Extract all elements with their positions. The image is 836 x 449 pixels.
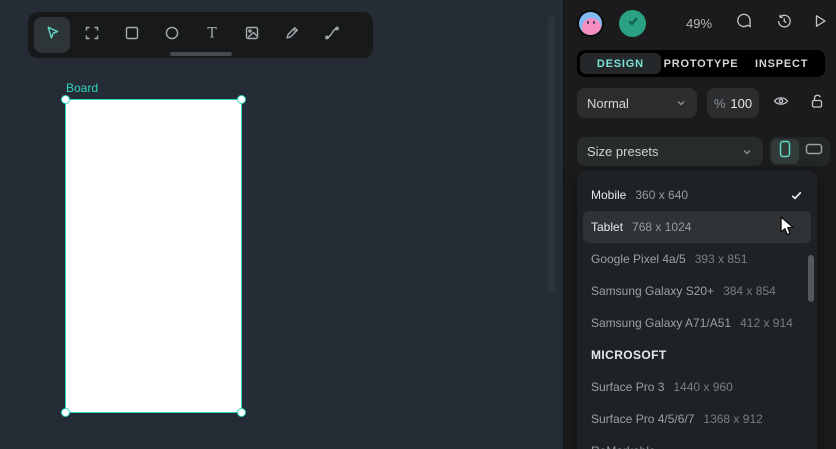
- preset-dimensions: 1440 x 960: [673, 380, 733, 394]
- board-label[interactable]: Board: [66, 81, 98, 95]
- unlock-icon: [808, 92, 826, 115]
- preset-name: Samsung Galaxy A71/A51: [591, 316, 732, 330]
- preset-name: Mobile: [591, 188, 627, 202]
- ellipse-tool-button[interactable]: [154, 17, 190, 53]
- board-frame[interactable]: [61, 95, 246, 417]
- preset-dimensions: 412 x 914: [740, 316, 793, 330]
- image-icon: [243, 24, 261, 47]
- size-presets-label: Size presets: [587, 144, 659, 159]
- canvas-area[interactable]: T Board: [0, 0, 564, 449]
- size-preset-option[interactable]: Surface Pro 4/5/6/7 1368 x 912: [583, 403, 811, 435]
- tools-toolbar: T: [28, 12, 373, 58]
- opacity-input[interactable]: % 100: [707, 88, 759, 118]
- size-preset-option[interactable]: ReMarkable: [583, 435, 811, 449]
- size-preset-option[interactable]: Tablet 768 x 1024: [583, 211, 811, 243]
- preset-dimensions: 360 x 640: [635, 188, 689, 202]
- preset-dimensions: 768 x 1024: [632, 220, 692, 234]
- mouse-cursor: [779, 216, 799, 243]
- landscape-icon: [804, 140, 824, 163]
- cursor-icon: [43, 24, 61, 47]
- svg-text:T: T: [207, 25, 217, 41]
- portrait-icon: [776, 139, 794, 164]
- resize-handle-bottom-right[interactable]: [237, 408, 246, 417]
- check-icon: [790, 189, 803, 202]
- preset-dimensions: 384 x 854: [723, 284, 776, 298]
- text-tool-button[interactable]: T: [194, 17, 230, 53]
- pencil-icon: [283, 24, 301, 47]
- panel-tabs: DESIGN PROTOTYPE INSPECT: [577, 50, 825, 77]
- history-button[interactable]: [774, 13, 794, 33]
- preset-name: MICROSOFT: [591, 348, 667, 362]
- toolbar-drag-handle[interactable]: [169, 52, 232, 56]
- blend-mode-select[interactable]: Normal: [577, 88, 697, 118]
- saved-status-button[interactable]: [619, 10, 646, 37]
- lock-toggle[interactable]: [807, 93, 827, 113]
- play-button[interactable]: [810, 13, 830, 33]
- chevron-down-icon: [675, 97, 687, 109]
- resize-handle-top-left[interactable]: [61, 95, 70, 104]
- size-preset-option[interactable]: Surface Pro 3 1440 x 960: [583, 371, 811, 403]
- chevron-down-icon: [741, 146, 753, 158]
- tab-design[interactable]: DESIGN: [580, 53, 661, 74]
- size-preset-option[interactable]: Samsung Galaxy S20+ 384 x 854: [583, 275, 811, 307]
- avatar-eye: [593, 21, 595, 24]
- portrait-orientation-button[interactable]: [771, 139, 799, 164]
- rectangle-icon: [123, 24, 141, 47]
- image-tool-button[interactable]: [234, 17, 270, 53]
- tab-inspect[interactable]: INSPECT: [741, 53, 822, 74]
- path-icon: [323, 24, 341, 47]
- tab-prototype[interactable]: PROTOTYPE: [661, 53, 742, 74]
- opacity-value: 100: [730, 95, 753, 111]
- visibility-toggle[interactable]: [771, 93, 791, 113]
- avatar-eye: [587, 21, 589, 24]
- resize-handle-top-right[interactable]: [237, 95, 246, 104]
- zoom-level[interactable]: 49%: [686, 16, 712, 31]
- history-icon: [775, 12, 793, 35]
- preset-dimensions: 393 x 851: [694, 252, 748, 266]
- check-icon: [625, 13, 641, 34]
- size-presets-menu: Mobile 360 x 640 Tablet 768 x 1024 Googl…: [577, 171, 817, 449]
- user-avatar[interactable]: [577, 10, 604, 37]
- text-icon: T: [203, 24, 221, 47]
- path-tool-button[interactable]: [314, 17, 350, 53]
- preset-name: Surface Pro 3: [591, 380, 665, 394]
- select-tool-button[interactable]: [34, 17, 70, 53]
- eye-icon: [772, 92, 790, 115]
- preset-name: Surface Pro 4/5/6/7: [591, 412, 695, 426]
- preset-name: Tablet: [591, 220, 624, 234]
- preset-dimensions: 1368 x 912: [703, 412, 763, 426]
- blend-mode-value: Normal: [587, 95, 629, 111]
- preset-name: Samsung Galaxy S20+: [591, 284, 715, 298]
- size-presets-row: Size presets: [577, 137, 830, 166]
- board-tool-button[interactable]: [74, 17, 110, 53]
- panel-header: 49%: [565, 0, 836, 48]
- penpot-workspace: T Board 49% DESIGN PROTOTYPE INSPECT Nor…: [0, 0, 836, 449]
- board-icon: [83, 24, 101, 47]
- comment-bubble-icon: [735, 12, 753, 35]
- canvas-vertical-scrollbar[interactable]: [548, 16, 555, 294]
- resize-handle-bottom-left[interactable]: [61, 408, 70, 417]
- preset-name: ReMarkable: [591, 444, 656, 449]
- avatar-face: [582, 18, 601, 35]
- size-preset-option[interactable]: Samsung Galaxy A71/A51 412 x 914: [583, 307, 811, 339]
- preset-section-header: MICROSOFT: [583, 339, 811, 371]
- size-presets-select[interactable]: Size presets: [577, 137, 763, 166]
- rectangle-tool-button[interactable]: [114, 17, 150, 53]
- comments-button[interactable]: [734, 13, 754, 33]
- pencil-tool-button[interactable]: [274, 17, 310, 53]
- preset-name: Google Pixel 4a/5: [591, 252, 686, 266]
- percent-symbol: %: [713, 95, 726, 111]
- blend-options-row: Normal % 100: [577, 88, 825, 118]
- landscape-orientation-button[interactable]: [801, 139, 829, 164]
- menu-scrollbar[interactable]: [808, 255, 814, 302]
- size-preset-option[interactable]: Mobile 360 x 640: [583, 179, 811, 211]
- play-icon: [811, 12, 829, 35]
- orientation-toggle-group: [769, 137, 830, 166]
- ellipse-icon: [163, 24, 181, 47]
- size-preset-option[interactable]: Google Pixel 4a/5 393 x 851: [583, 243, 811, 275]
